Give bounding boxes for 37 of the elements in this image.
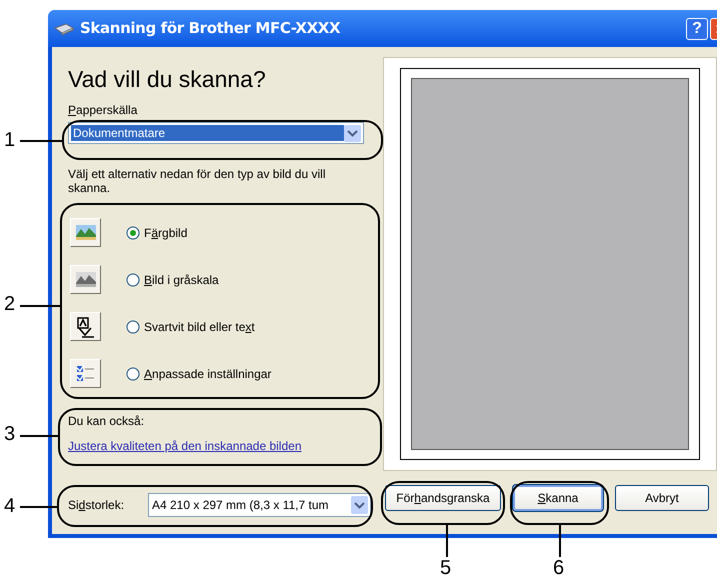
option-label[interactable]: Svartvit bild eller text — [144, 318, 255, 336]
help-button[interactable]: ? — [686, 18, 708, 40]
radio-button[interactable] — [126, 366, 140, 380]
scan-type-button[interactable] — [70, 312, 101, 341]
section-label: Du kan också: — [68, 413, 146, 430]
window-title: Skanning för Brother MFC-XXXX — [80, 18, 340, 40]
instruction-text: Välj ett alternativ nedan för den typ av bild du vill skanna. — [68, 167, 326, 195]
dialog-button[interactable]: Avbryt — [615, 485, 709, 511]
dialog-heading: Vad vill du skanna? — [68, 65, 267, 93]
option-label[interactable]: Anpassade inställningar — [144, 364, 272, 382]
dropdown-value: A4 210 x 297 mm (8,3 x 11,7 tum — [152, 497, 330, 514]
paper-source-dropdown[interactable]: Dokumentmatare — [68, 122, 364, 144]
radio-button[interactable] — [126, 226, 140, 240]
callout-number: 4 — [4, 494, 16, 518]
field-label: Sidstorlek: — [68, 497, 126, 514]
callout-number: 6 — [553, 556, 564, 580]
callout-number: 3 — [4, 422, 16, 446]
dialog-button[interactable]: Förhandsgranska — [385, 485, 501, 511]
dropdown-value: Dokumentmatare — [71, 125, 344, 141]
callout-number: 1 — [4, 128, 16, 152]
page-size-dropdown[interactable]: A4 210 x 297 mm (8,3 x 11,7 tum — [148, 493, 371, 517]
option-label[interactable]: Bild i gråskala — [144, 270, 219, 288]
adjust-quality-link[interactable]: Justera kvaliteten på den inskannade bilden — [68, 437, 302, 455]
dialog-button[interactable]: Skanna — [513, 485, 603, 511]
leader-line — [446, 525, 448, 557]
leader-line — [20, 435, 58, 437]
field-label: Papperskälla — [68, 102, 138, 119]
leader-line — [559, 525, 561, 557]
scanner-icon — [54, 22, 74, 36]
option-label[interactable]: Färgbild — [144, 224, 188, 242]
leader-line — [20, 305, 60, 307]
callout-number: 5 — [440, 556, 452, 580]
leader-line — [20, 140, 62, 142]
callout-number: 2 — [4, 292, 16, 316]
radio-button[interactable] — [126, 272, 140, 286]
radio-button[interactable] — [126, 320, 140, 334]
leader-line — [20, 506, 57, 508]
